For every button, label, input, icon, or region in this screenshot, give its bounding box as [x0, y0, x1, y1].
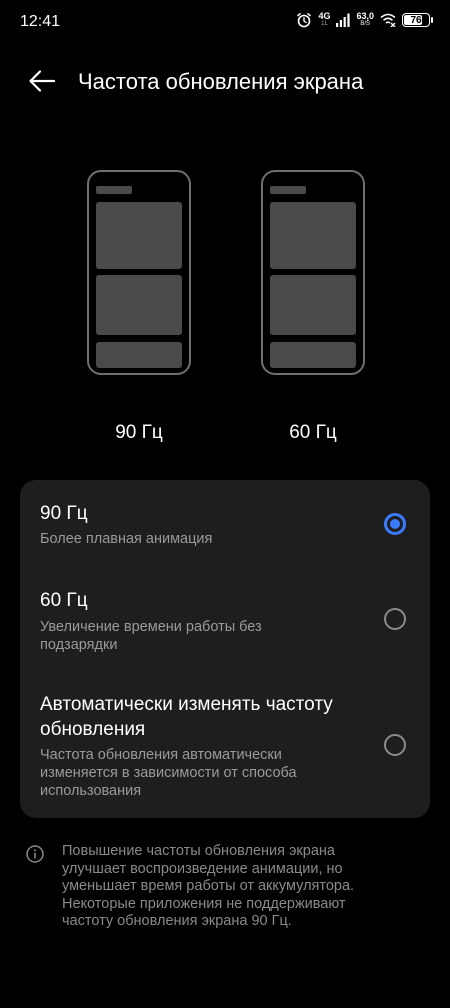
- option-90hz[interactable]: 90 Гц Более плавная анимация: [20, 480, 430, 568]
- network-type: 4G 1L: [318, 11, 331, 28]
- preview-block: [96, 202, 182, 269]
- preview-top-bar: [96, 186, 132, 194]
- arrow-left-icon: [29, 70, 56, 92]
- preview-top-bar: [270, 186, 306, 194]
- status-icons: 4G 1L 63,0 B/S 76: [296, 11, 433, 28]
- preview-block: [270, 202, 356, 269]
- option-description: Частота обновления автоматически изменяе…: [40, 747, 297, 799]
- option-description: Увеличение времени работы без подзарядки: [40, 619, 262, 653]
- option-description: Более плавная анимация: [40, 531, 213, 547]
- signal-icon: [336, 13, 351, 27]
- option-title: Автоматически изменять частоту обновлени…: [40, 694, 333, 740]
- app-header: Частота обновления экрана: [0, 56, 450, 106]
- preview-block: [96, 275, 182, 335]
- battery-icon: 76: [402, 13, 433, 27]
- radio-60hz[interactable]: [384, 608, 406, 630]
- network-speed: 63,0 B/S: [356, 11, 374, 28]
- preview-label-90hz: 90 Гц: [115, 422, 163, 443]
- preview-block: [96, 342, 182, 368]
- option-title: 60 Гц: [40, 590, 88, 611]
- preview-block: [270, 275, 356, 335]
- preview-block: [270, 342, 356, 368]
- status-time: 12:41: [20, 13, 61, 30]
- alarm-icon: [297, 13, 312, 28]
- preview-60hz-illustration: [261, 170, 365, 375]
- status-bar: 12:41 4G 1L 63,0 B/S 76: [0, 0, 450, 44]
- wifi-x-icon: [380, 13, 396, 27]
- info-icon: [26, 845, 44, 863]
- refresh-rate-options-card: 90 Гц Более плавная анимация 60 Гц Увели…: [20, 480, 430, 818]
- preview-label-60hz: 60 Гц: [289, 422, 337, 443]
- preview-90hz-illustration: [87, 170, 191, 375]
- back-button[interactable]: [26, 66, 58, 96]
- radio-auto[interactable]: [384, 734, 406, 756]
- footnote-text: Повышение частоты обновления экрана улуч…: [62, 843, 355, 930]
- radio-90hz[interactable]: [384, 513, 406, 535]
- option-60hz[interactable]: 60 Гц Увеличение времени работы без подз…: [20, 568, 430, 666]
- option-title: 90 Гц: [40, 503, 88, 524]
- option-auto[interactable]: Автоматически изменять частоту обновлени…: [20, 666, 430, 818]
- page-title: Частота обновления экрана: [78, 69, 364, 94]
